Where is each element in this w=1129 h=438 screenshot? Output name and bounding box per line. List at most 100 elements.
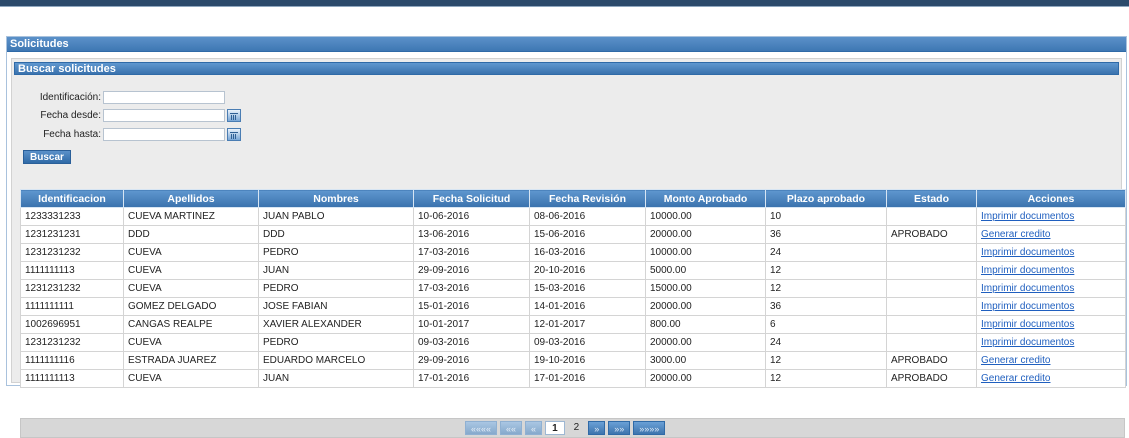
- fecha-solicitud-cell: 10-06-2016: [413, 207, 530, 226]
- fecha-revision-cell: 20-10-2016: [529, 261, 646, 280]
- fecha-revision-cell: 15-06-2016: [529, 225, 646, 244]
- acciones-cell: Imprimir documentos: [976, 207, 1126, 226]
- last-page-button[interactable]: »»»»: [633, 421, 666, 435]
- monto-aprobado-cell: 5000.00: [645, 261, 766, 280]
- apellidos-cell: CUEVA: [123, 333, 259, 352]
- identificacion-input[interactable]: [103, 90, 225, 104]
- action-link[interactable]: Imprimir documentos: [981, 301, 1074, 312]
- column-header[interactable]: Monto Aprobado: [645, 189, 766, 208]
- buscar-button[interactable]: Buscar: [23, 150, 71, 164]
- action-link[interactable]: Imprimir documentos: [981, 283, 1074, 294]
- estado-cell: APROBADO: [886, 351, 977, 370]
- action-link[interactable]: Imprimir documentos: [981, 211, 1074, 222]
- fecha-solicitud-cell: 17-01-2016: [413, 369, 530, 388]
- estado-cell: [886, 207, 977, 226]
- fecha-revision-cell: 14-01-2016: [529, 297, 646, 316]
- table-row: 1231231232 CUEVA PEDRO 17-03-2016 16-03-2016…: [20, 243, 1126, 262]
- identificacion-label: Identificación:: [39, 91, 101, 103]
- first-page-button[interactable]: ««««: [465, 421, 498, 435]
- column-header[interactable]: Estado: [886, 189, 977, 208]
- nombres-cell: PEDRO: [258, 243, 414, 262]
- column-header[interactable]: Fecha Revisión: [529, 189, 646, 208]
- plazo-aprobado-cell: 12: [765, 351, 887, 370]
- action-link[interactable]: Imprimir documentos: [981, 265, 1074, 276]
- fecha-solicitud-cell: 17-03-2016: [413, 243, 530, 262]
- plazo-aprobado-cell: 12: [765, 279, 887, 298]
- identificacion-cell: 1111111111: [20, 297, 124, 316]
- estado-cell: APROBADO: [886, 225, 977, 244]
- estado-cell: [886, 315, 977, 334]
- plazo-aprobado-cell: 10: [765, 207, 887, 226]
- solicitudes-panel: Solicitudes Buscar solicitudes Identific…: [6, 36, 1127, 438]
- nombres-cell: XAVIER ALEXANDER: [258, 315, 414, 334]
- table-row: 1002696951 CANGAS REALPE XAVIER ALEXANDER 1…: [20, 315, 1126, 334]
- table-row: 1231231232 CUEVA PEDRO 17-03-2016 15-03-2016…: [20, 279, 1126, 298]
- next-pages-button[interactable]: »»: [608, 421, 631, 435]
- column-header[interactable]: Fecha Solicitud: [413, 189, 530, 208]
- nombres-cell: EDUARDO MARCELO: [258, 351, 414, 370]
- fecha-hasta-input[interactable]: [103, 127, 225, 141]
- column-header[interactable]: Plazo aprobado: [765, 189, 887, 208]
- action-link[interactable]: Generar credito: [981, 229, 1050, 240]
- column-header[interactable]: Acciones: [976, 189, 1126, 208]
- plazo-aprobado-cell: 36: [765, 225, 887, 244]
- fecha-solicitud-cell: 10-01-2017: [413, 315, 530, 334]
- identificacion-cell: 1233331233: [20, 207, 124, 226]
- nombres-cell: JOSE FABIAN: [258, 297, 414, 316]
- column-header[interactable]: Identificacion: [20, 189, 124, 208]
- monto-aprobado-cell: 10000.00: [645, 243, 766, 262]
- fecha-revision-cell: 09-03-2016: [529, 333, 646, 352]
- identificacion-cell: 1231231232: [20, 333, 124, 352]
- previous-page-button[interactable]: «: [525, 421, 543, 435]
- search-area: Buscar solicitudes Identificación: Fecha…: [11, 58, 1126, 438]
- page-number-current[interactable]: 1: [545, 421, 565, 435]
- acciones-cell: Generar credito: [976, 351, 1126, 370]
- fecha-solicitud-cell: 29-09-2016: [413, 351, 530, 370]
- identificacion-cell: 1111111113: [20, 369, 124, 388]
- apellidos-cell: DDD: [123, 225, 259, 244]
- fecha-hasta-row: Fecha hasta:: [21, 126, 241, 142]
- column-header[interactable]: Nombres: [258, 189, 414, 208]
- fecha-solicitud-cell: 13-06-2016: [413, 225, 530, 244]
- fecha-revision-cell: 12-01-2017: [529, 315, 646, 334]
- fecha-solicitud-cell: 17-03-2016: [413, 279, 530, 298]
- column-header[interactable]: Apellidos: [123, 189, 259, 208]
- action-link[interactable]: Imprimir documentos: [981, 319, 1074, 330]
- acciones-cell: Imprimir documentos: [976, 333, 1126, 352]
- calendar-icon[interactable]: [227, 127, 241, 141]
- pagination-bar: «««« «« « 1 2 » »» »»»»: [20, 418, 1125, 438]
- acciones-cell: Imprimir documentos: [976, 261, 1126, 280]
- apellidos-cell: CUEVA: [123, 261, 259, 280]
- nombres-cell: DDD: [258, 225, 414, 244]
- identificacion-cell: 1111111113: [20, 261, 124, 280]
- panel-title: Solicitudes: [7, 37, 1126, 52]
- identificacion-row: Identificación:: [21, 89, 225, 105]
- monto-aprobado-cell: 20000.00: [645, 225, 766, 244]
- action-link[interactable]: Generar credito: [981, 373, 1050, 384]
- identificacion-cell: 1002696951: [20, 315, 124, 334]
- page-number[interactable]: 2: [568, 421, 586, 435]
- action-link[interactable]: Generar credito: [981, 355, 1050, 366]
- nombres-cell: JUAN: [258, 369, 414, 388]
- fecha-revision-cell: 19-10-2016: [529, 351, 646, 370]
- estado-cell: APROBADO: [886, 369, 977, 388]
- identificacion-cell: 1231231232: [20, 243, 124, 262]
- table-row: 1231231232 CUEVA PEDRO 09-03-2016 09-03-2016…: [20, 333, 1126, 352]
- monto-aprobado-cell: 20000.00: [645, 297, 766, 316]
- acciones-cell: Imprimir documentos: [976, 279, 1126, 298]
- action-link[interactable]: Imprimir documentos: [981, 337, 1074, 348]
- table-header-row: Identificacion Apellidos Nombres Fecha S…: [20, 189, 1126, 208]
- table-row: 1111111113 CUEVA JUAN 29-09-2016 20-10-2016 5…: [20, 261, 1126, 280]
- previous-pages-button[interactable]: ««: [500, 421, 523, 435]
- fecha-desde-input[interactable]: [103, 108, 225, 122]
- nombres-cell: PEDRO: [258, 279, 414, 298]
- estado-cell: [886, 333, 977, 352]
- calendar-icon[interactable]: [227, 108, 241, 122]
- action-link[interactable]: Imprimir documentos: [981, 247, 1074, 258]
- next-page-button[interactable]: »: [588, 421, 606, 435]
- monto-aprobado-cell: 20000.00: [645, 369, 766, 388]
- nombres-cell: PEDRO: [258, 333, 414, 352]
- apellidos-cell: CUEVA: [123, 279, 259, 298]
- plazo-aprobado-cell: 24: [765, 333, 887, 352]
- estado-cell: [886, 297, 977, 316]
